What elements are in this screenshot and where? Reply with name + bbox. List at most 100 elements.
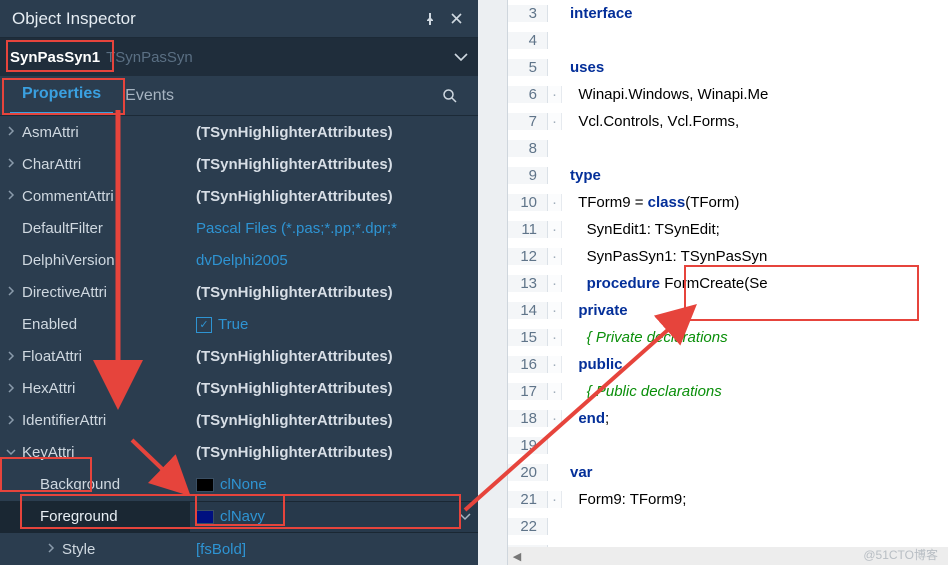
line-number: 12 — [508, 248, 548, 265]
expand-icon[interactable] — [0, 350, 22, 364]
property-name: DirectiveAttri — [22, 284, 107, 301]
gutter-mark: · — [548, 275, 562, 292]
color-input[interactable] — [220, 508, 340, 525]
property-value[interactable]: dvDelphi2005 — [190, 252, 478, 269]
line-number: 20 — [508, 464, 548, 481]
property-row[interactable]: HexAttri(TSynHighlighterAttributes) — [0, 373, 478, 405]
property-value[interactable]: (TSynHighlighterAttributes) — [190, 124, 478, 141]
property-value[interactable]: (TSynHighlighterAttributes) — [190, 412, 478, 429]
code-line[interactable]: 22 — [508, 513, 948, 540]
property-value[interactable]: (TSynHighlighterAttributes) — [190, 284, 478, 301]
code-line[interactable]: 13· procedure FormCreate(Se — [508, 270, 948, 297]
expand-icon[interactable] — [0, 157, 22, 171]
property-value[interactable]: (TSynHighlighterAttributes) — [190, 156, 478, 173]
property-value[interactable]: [fsBold] — [190, 541, 478, 558]
property-row[interactable]: DefaultFilter Pascal Files (*.pas;*.pp;*.… — [0, 212, 478, 244]
gutter-mark: · — [548, 113, 562, 130]
expand-icon[interactable] — [0, 414, 22, 428]
code-line[interactable]: 9type — [508, 162, 948, 189]
expand-icon[interactable] — [0, 125, 22, 139]
component-selector[interactable]: SynPasSyn1 TSynPasSyn — [0, 38, 478, 76]
property-value[interactable]: (TSynHighlighterAttributes) — [190, 348, 478, 365]
property-name: DefaultFilter — [22, 220, 103, 237]
tab-events[interactable]: Events — [113, 76, 186, 115]
property-row[interactable]: FloatAttri(TSynHighlighterAttributes) — [0, 341, 478, 373]
property-value[interactable]: (TSynHighlighterAttributes) — [190, 444, 478, 461]
property-value[interactable]: Pascal Files (*.pas;*.pp;*.dpr;* — [190, 220, 478, 237]
property-name: DelphiVersion — [22, 252, 115, 269]
code-line[interactable]: 11· SynEdit1: TSynEdit; — [508, 216, 948, 243]
property-subrow[interactable]: BackgroundclNone — [0, 469, 478, 501]
line-number: 5 — [508, 59, 548, 76]
chevron-down-icon[interactable] — [454, 49, 468, 65]
code-text: uses — [562, 59, 604, 76]
property-row[interactable]: DirectiveAttri (TSynHighlighterAttributes… — [0, 276, 478, 308]
expand-icon[interactable] — [0, 446, 22, 460]
component-type: TSynPasSyn — [106, 49, 193, 66]
property-value[interactable]: ✓ True — [190, 316, 478, 333]
panel-titlebar: Object Inspector — [0, 0, 478, 38]
line-number: 8 — [508, 140, 548, 157]
code-line[interactable]: 4 — [508, 27, 948, 54]
line-number: 21 — [508, 491, 548, 508]
expand-icon[interactable] — [0, 189, 22, 203]
gutter-mark: · — [548, 221, 562, 238]
scroll-left-icon[interactable]: ◀ — [508, 547, 526, 565]
code-line[interactable]: 7· Vcl.Controls, Vcl.Forms, — [508, 108, 948, 135]
property-value[interactable]: (TSynHighlighterAttributes) — [190, 188, 478, 205]
code-area[interactable]: 3interface4 5 uses 6· Winapi.Windows, Winap… — [508, 0, 948, 565]
property-value-editor[interactable] — [190, 502, 478, 532]
panel-title: Object Inspector — [12, 9, 136, 29]
chevron-down-icon[interactable] — [458, 512, 472, 522]
close-icon[interactable] — [446, 9, 466, 29]
property-subrow[interactable]: Foreground — [0, 501, 478, 533]
code-line[interactable]: 12· SynPasSyn1: TSynPasSyn — [508, 243, 948, 270]
property-subrow[interactable]: Style[fsBold] — [0, 533, 478, 565]
inspector-tabs: Properties Events — [0, 76, 478, 116]
expand-icon[interactable] — [0, 382, 22, 396]
code-line[interactable]: 3interface — [508, 0, 948, 27]
property-name: CharAttri — [22, 156, 81, 173]
code-text: private — [562, 302, 628, 319]
line-number: 16 — [508, 356, 548, 373]
code-line[interactable]: 8 — [508, 135, 948, 162]
property-row[interactable]: CharAttri (TSynHighlighterAttributes) — [0, 148, 478, 180]
property-row[interactable]: KeyAttri(TSynHighlighterAttributes) — [0, 437, 478, 469]
line-number: 7 — [508, 113, 548, 130]
checkbox-icon[interactable]: ✓ — [196, 317, 212, 333]
gutter-mark: · — [548, 410, 562, 427]
expand-icon[interactable] — [0, 285, 22, 299]
gutter-mark: · — [548, 491, 562, 508]
gutter-mark: · — [548, 383, 562, 400]
code-line[interactable]: 6· Winapi.Windows, Winapi.Me — [508, 81, 948, 108]
property-row[interactable]: CommentAttri(TSynHighlighterAttributes) — [0, 180, 478, 212]
gutter-mark: · — [548, 248, 562, 265]
gutter-mark: · — [548, 329, 562, 346]
code-line[interactable]: 21· Form9: TForm9; — [508, 486, 948, 513]
code-line[interactable]: 16· public — [508, 351, 948, 378]
property-row[interactable]: IdentifierAttri(TSynHighlighterAttribute… — [0, 405, 478, 437]
search-icon[interactable] — [432, 76, 468, 115]
line-number: 6 — [508, 86, 548, 103]
property-value[interactable]: clNone — [190, 476, 478, 493]
line-number: 13 — [508, 275, 548, 292]
code-line[interactable]: 14· private — [508, 297, 948, 324]
code-text: public — [562, 356, 623, 373]
code-line[interactable]: 5 uses — [508, 54, 948, 81]
code-line[interactable]: 15· { Private declarations — [508, 324, 948, 351]
property-row[interactable]: AsmAttri(TSynHighlighterAttributes) — [0, 116, 478, 148]
property-row[interactable]: Enabled ✓ True — [0, 308, 478, 340]
code-line[interactable]: 19 — [508, 432, 948, 459]
property-name: Enabled — [22, 316, 77, 333]
property-value[interactable]: (TSynHighlighterAttributes) — [190, 380, 478, 397]
code-line[interactable]: 18· end; — [508, 405, 948, 432]
property-row[interactable]: DelphiVersion dvDelphi2005 — [0, 244, 478, 276]
expand-icon[interactable] — [40, 542, 62, 556]
tab-properties[interactable]: Properties — [10, 76, 113, 115]
code-line[interactable]: 20var — [508, 459, 948, 486]
code-line[interactable]: 10· TForm9 = class(TForm) — [508, 189, 948, 216]
editor-splitter[interactable] — [478, 0, 488, 565]
pin-icon[interactable] — [420, 9, 440, 29]
code-text: interface — [562, 5, 633, 22]
code-line[interactable]: 17· { Public declarations — [508, 378, 948, 405]
